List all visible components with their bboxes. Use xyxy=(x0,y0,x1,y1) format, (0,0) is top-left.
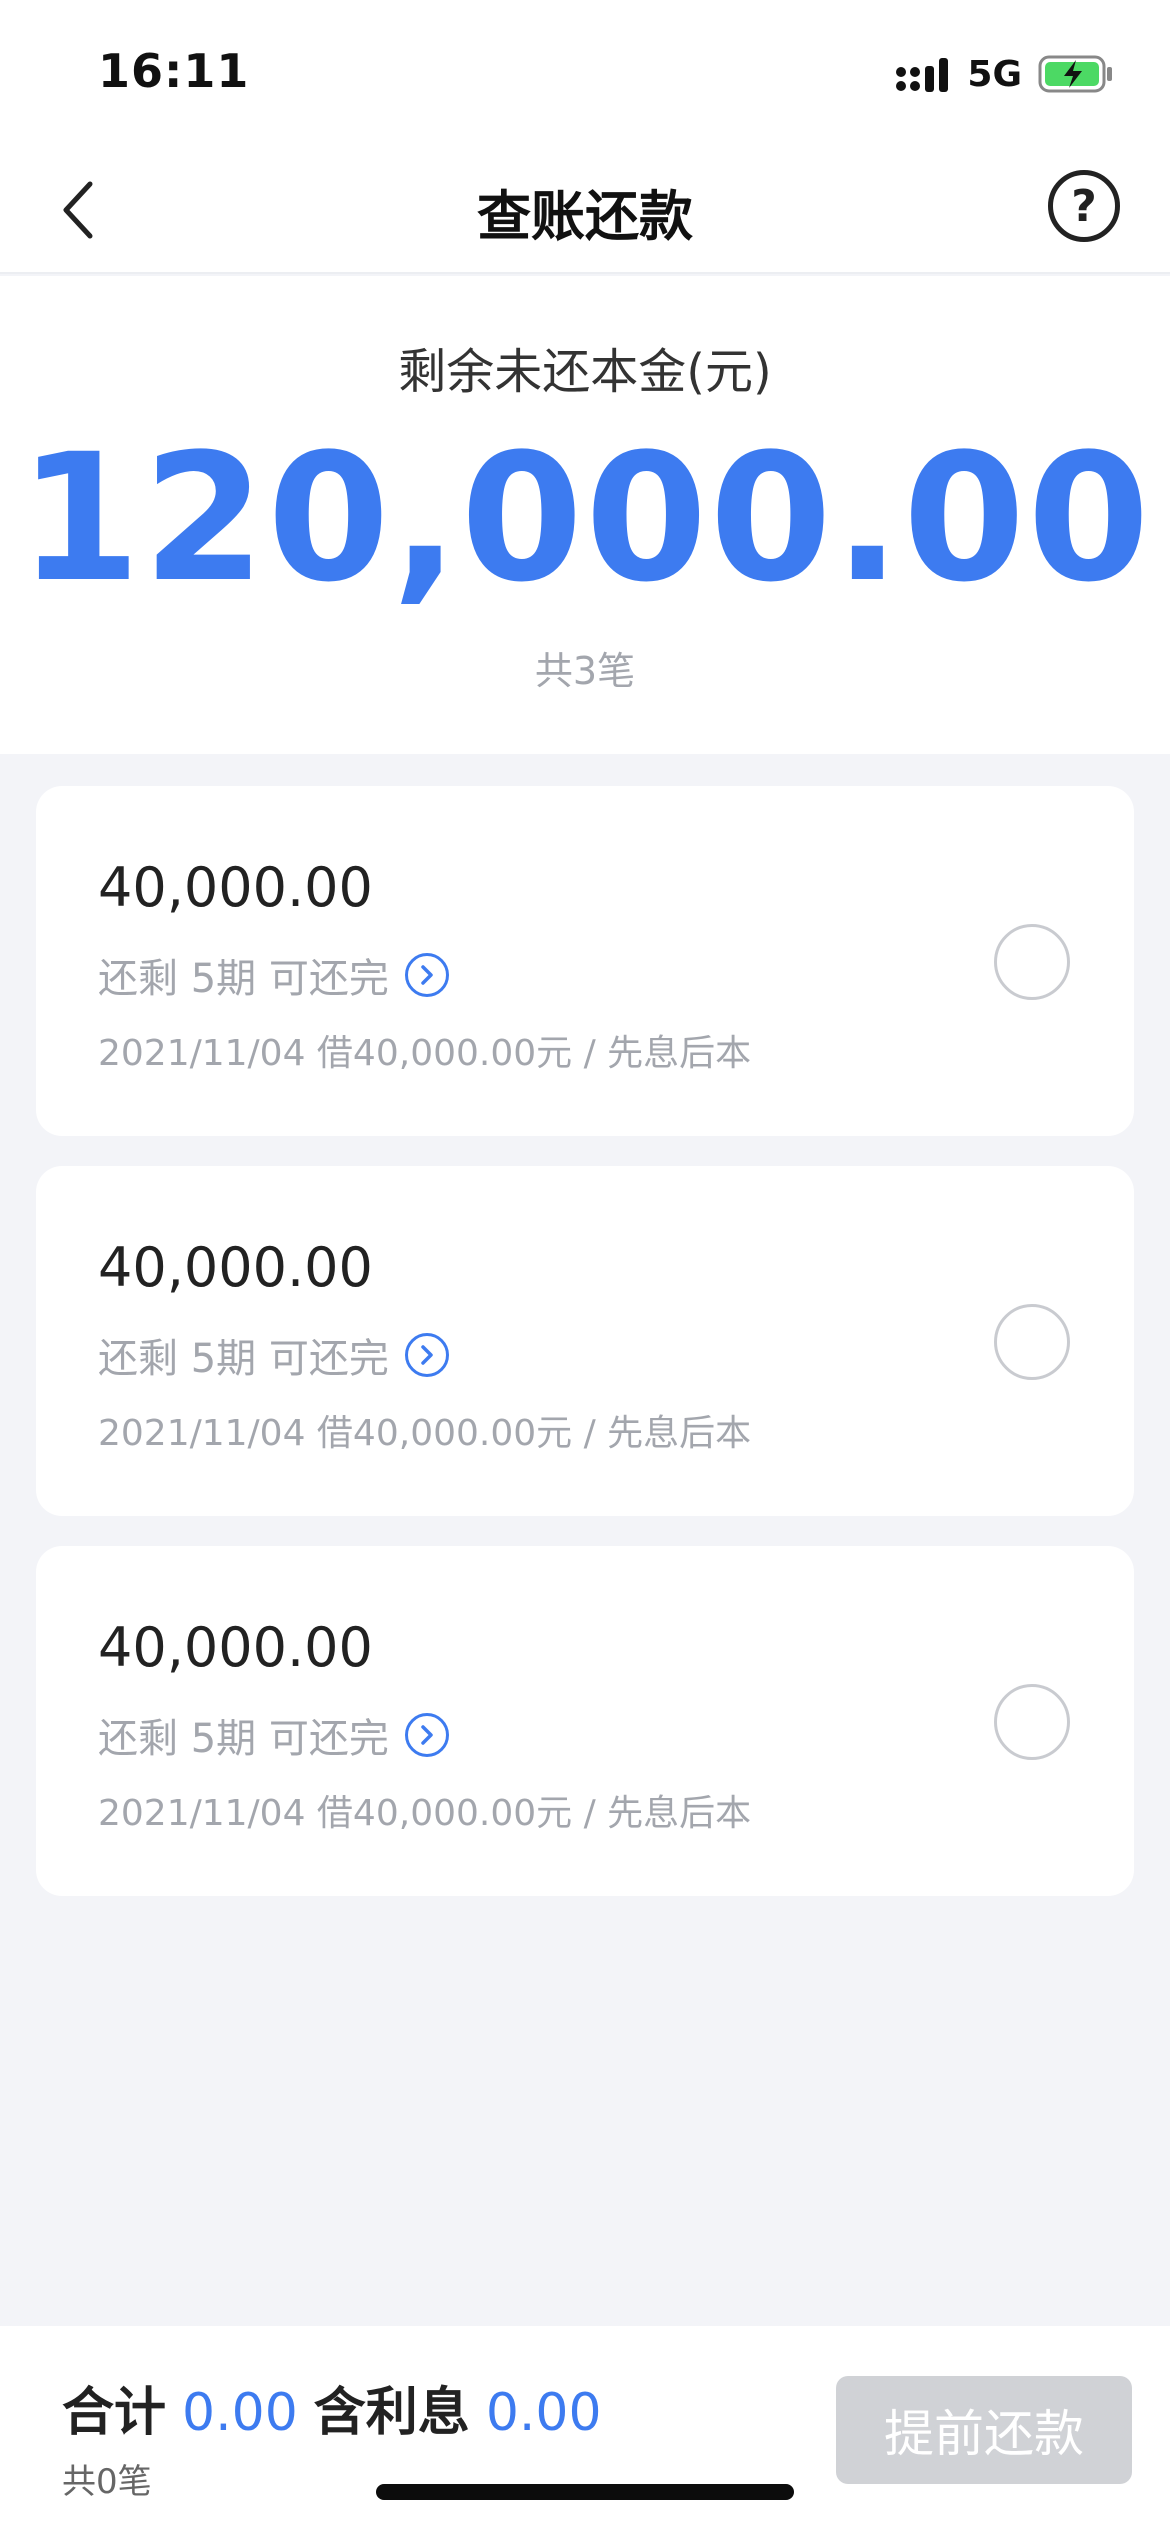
summary-label: 剩余未还本金(元) xyxy=(398,344,772,400)
chevron-right-circle-icon[interactable] xyxy=(404,953,449,997)
loan-select-radio[interactable] xyxy=(994,924,1070,1000)
total-line: 合计 0.00 含利息 0.00 xyxy=(62,2370,602,2445)
loan-detail: 2021/11/04 借40,000.00元 / 先息后本 xyxy=(98,1033,752,1074)
signal-icon xyxy=(896,58,949,92)
selected-count: 共0笔 xyxy=(62,2462,152,2502)
status-time: 16:11 xyxy=(98,44,250,98)
page-title: 查账还款 xyxy=(477,185,693,248)
interest-label: 含利息 xyxy=(313,2383,470,2443)
interest-value: 0.00 xyxy=(485,2383,602,2443)
loan-card[interactable]: 40,000.00 还剩 5期 可还完 2021/11/04 借40,000.0… xyxy=(36,1546,1134,1896)
loan-remaining-text: 还剩 5期 可还完 xyxy=(98,1336,389,1382)
screen: 16:11 5G 查账还款 ? 剩余未还本金(元) 120,000.00 共3笔… xyxy=(0,0,1170,2532)
total-label: 合计 xyxy=(62,2383,167,2443)
loan-card[interactable]: 40,000.00 还剩 5期 可还完 2021/11/04 借40,000.0… xyxy=(36,1166,1134,1516)
nav-bar: 查账还款 ? xyxy=(0,140,1170,274)
loan-select-radio[interactable] xyxy=(994,1304,1070,1380)
loan-card[interactable]: 40,000.00 还剩 5期 可还完 2021/11/04 借40,000.0… xyxy=(36,786,1134,1136)
bottom-bar: 合计 0.00 含利息 0.00 共0笔 提前还款 xyxy=(0,2326,1170,2532)
loan-amount: 40,000.00 xyxy=(98,1616,373,1679)
loan-remaining-periods[interactable]: 还剩 5期 可还完 xyxy=(98,946,449,1004)
loan-remaining-periods[interactable]: 还剩 5期 可还完 xyxy=(98,1326,449,1384)
loan-remaining-text: 还剩 5期 可还完 xyxy=(98,1716,389,1762)
loan-detail: 2021/11/04 借40,000.00元 / 先息后本 xyxy=(98,1793,752,1834)
loan-amount: 40,000.00 xyxy=(98,856,373,919)
loan-remaining-periods[interactable]: 还剩 5期 可还完 xyxy=(98,1706,449,1764)
status-indicators: 5G xyxy=(895,50,1114,98)
chevron-right-circle-icon[interactable] xyxy=(404,1333,449,1377)
loan-amount: 40,000.00 xyxy=(98,1236,373,1299)
early-repay-button[interactable]: 提前还款 xyxy=(836,2376,1132,2484)
loan-detail: 2021/11/04 借40,000.00元 / 先息后本 xyxy=(98,1413,752,1454)
help-icon: ? xyxy=(1071,180,1097,232)
status-bar: 16:11 5G xyxy=(0,0,1170,140)
remaining-principal-amount: 120,000.00 xyxy=(18,416,1152,621)
network-label: 5G xyxy=(967,53,1022,95)
loan-select-radio[interactable] xyxy=(994,1684,1070,1760)
chevron-right-circle-icon[interactable] xyxy=(404,1713,449,1757)
battery-charging-icon xyxy=(1038,55,1112,93)
help-button[interactable]: ? xyxy=(1048,170,1120,242)
loan-count: 共3笔 xyxy=(534,649,636,693)
total-value: 0.00 xyxy=(182,2383,298,2443)
loan-list: 40,000.00 还剩 5期 可还完 2021/11/04 借40,000.0… xyxy=(36,786,1134,1926)
principal-summary: 剩余未还本金(元) 120,000.00 共3笔 xyxy=(0,276,1170,754)
loan-remaining-text: 还剩 5期 可还完 xyxy=(98,956,389,1002)
home-indicator xyxy=(376,2484,794,2500)
